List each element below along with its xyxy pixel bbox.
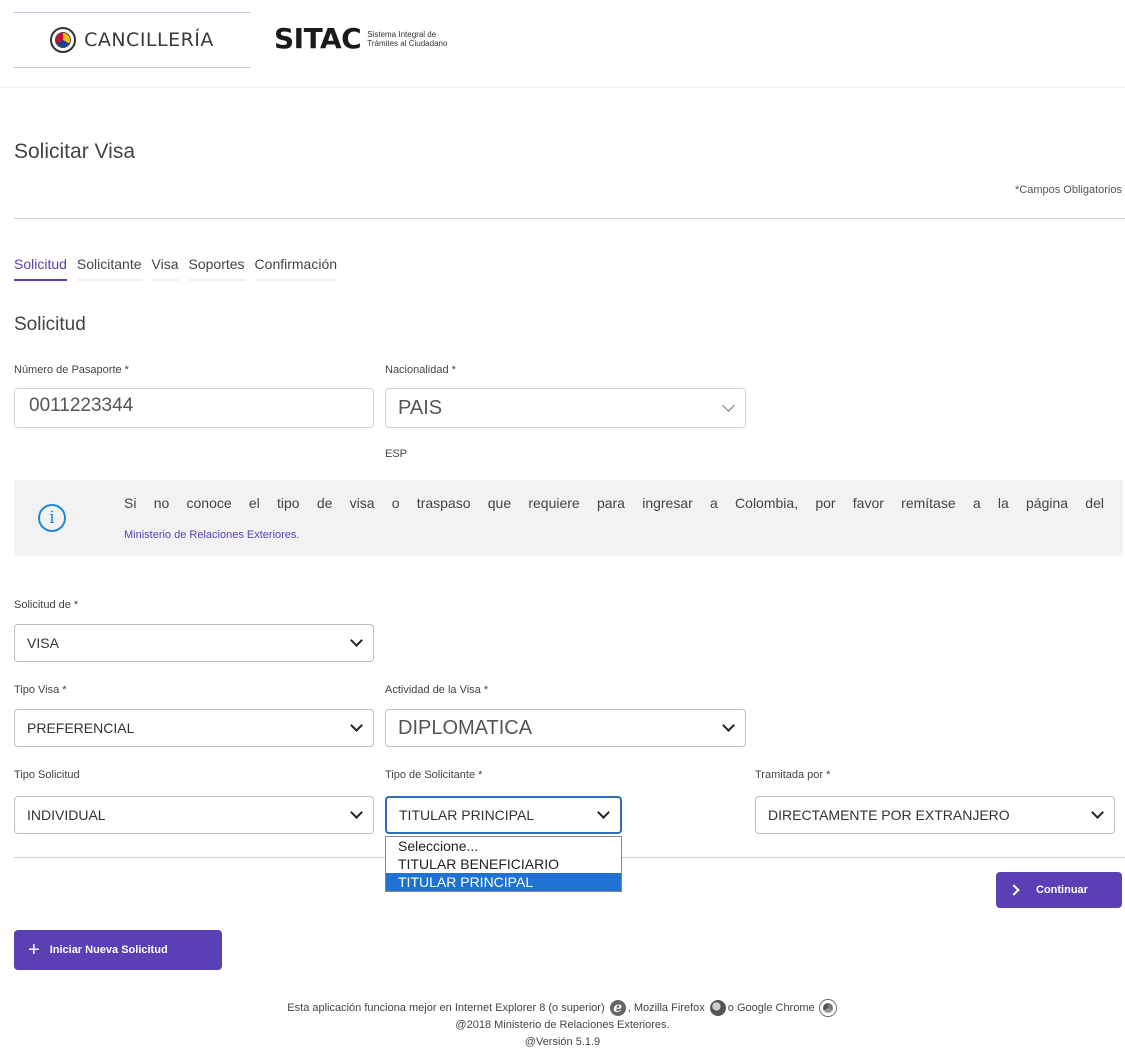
applicant-type-label: Tipo de Solicitante * xyxy=(385,769,483,781)
dropdown-option[interactable]: TITULAR BENEFICIARIO xyxy=(386,855,621,873)
sitac-logo[interactable]: SITAC Sistema Integral de Trámites al Ci… xyxy=(274,22,457,55)
brand-name: CANCILLERÍA xyxy=(84,29,214,51)
continue-button[interactable]: Continuar xyxy=(996,872,1122,908)
request-of-value: VISA xyxy=(27,635,59,651)
sitac-subtitle: Sistema Integral de Trámites al Ciudadan… xyxy=(367,29,448,48)
visa-type-select[interactable]: PREFERENCIAL xyxy=(14,709,374,747)
chevron-down-icon xyxy=(350,719,363,732)
visa-activity-value: DIPLOMATICA xyxy=(398,716,533,739)
footer-text-ie: Esta aplicación funciona mejor en Intern… xyxy=(287,1002,605,1014)
browser-support-line: Esta aplicación funciona mejor en Intern… xyxy=(0,1000,1125,1017)
tab-confirmacion[interactable]: Confirmación xyxy=(254,256,338,281)
processed-by-value: DIRECTAMENTE POR EXTRANJERO xyxy=(768,807,1010,823)
visa-type-label: Tipo Visa * xyxy=(14,684,67,696)
chevron-down-icon xyxy=(350,806,363,819)
footer-text-chrome: o Google Chrome xyxy=(727,1002,815,1014)
internet-explorer-icon: e xyxy=(609,1000,626,1017)
new-request-button[interactable]: + Iniciar Nueva Solicitud xyxy=(14,930,222,970)
visa-type-value: PREFERENCIAL xyxy=(27,720,135,736)
section-title: Solicitud xyxy=(14,314,86,335)
dropdown-option[interactable]: Seleccione... xyxy=(386,837,621,855)
new-request-label: Iniciar Nueva Solicitud xyxy=(49,944,168,956)
sitac-logo-text: SITAC xyxy=(274,22,362,55)
chevron-down-icon xyxy=(597,806,610,819)
tab-visa[interactable]: Visa xyxy=(151,256,179,281)
nationality-value: PAIS xyxy=(398,396,443,419)
firefox-icon xyxy=(709,1000,726,1017)
divider xyxy=(14,218,1125,219)
chevron-down-icon xyxy=(722,399,735,412)
chevron-right-icon xyxy=(1008,884,1020,896)
continue-label: Continuar xyxy=(1036,884,1088,896)
step-tabs: Solicitud Solicitante Visa Soportes Conf… xyxy=(14,256,338,281)
tab-solicitud[interactable]: Solicitud xyxy=(14,256,67,281)
request-type-value: INDIVIDUAL xyxy=(27,807,106,823)
nationality-select[interactable]: PAIS xyxy=(385,388,746,428)
applicant-type-value: TITULAR PRINCIPAL xyxy=(399,807,535,823)
app-header: CANCILLERÍA SITAC Sistema Integral de Tr… xyxy=(0,0,1125,88)
plus-icon: + xyxy=(28,939,40,961)
version: @Versión 5.1.9 xyxy=(524,1036,601,1048)
processed-by-label: Tramitada por * xyxy=(755,769,831,781)
chevron-down-icon xyxy=(722,719,735,732)
cancilleria-logo[interactable]: CANCILLERÍA xyxy=(14,12,250,68)
request-of-label: Solicitud de * xyxy=(14,599,79,611)
nationality-code: ESP xyxy=(385,448,408,460)
tab-soportes[interactable]: Soportes xyxy=(188,256,245,281)
request-type-label: Tipo Solicitud xyxy=(14,769,80,781)
request-of-select[interactable]: VISA xyxy=(14,624,374,662)
page-title: Solicitar Visa xyxy=(14,140,135,163)
chevron-down-icon xyxy=(1091,806,1104,819)
ministry-link[interactable]: Ministerio de Relaciones Exteriores. xyxy=(124,529,299,541)
info-box: i Si no conoce el tipo de visa o traspas… xyxy=(14,480,1123,556)
request-type-select[interactable]: INDIVIDUAL xyxy=(14,796,374,834)
applicant-type-select[interactable]: TITULAR PRINCIPAL xyxy=(385,796,622,834)
dropdown-option-selected[interactable]: TITULAR PRINCIPAL xyxy=(386,873,621,891)
visa-activity-select[interactable]: DIPLOMATICA xyxy=(385,709,746,747)
passport-label: Número de Pasaporte * xyxy=(14,364,129,376)
colombia-seal-icon xyxy=(50,27,77,53)
visa-activity-label: Actividad de la Visa * xyxy=(385,684,489,696)
tab-solicitante[interactable]: Solicitante xyxy=(76,256,142,281)
info-icon: i xyxy=(38,504,66,532)
footer: Esta aplicación funciona mejor en Intern… xyxy=(0,1000,1125,1051)
processed-by-select[interactable]: DIRECTAMENTE POR EXTRANJERO xyxy=(755,796,1115,834)
passport-input[interactable]: 0011223344 xyxy=(14,388,374,428)
applicant-type-dropdown: Seleccione... TITULAR BENEFICIARIO TITUL… xyxy=(385,836,622,892)
nationality-label: Nacionalidad * xyxy=(385,364,456,376)
copyright: @2018 Ministerio de Relaciones Exteriore… xyxy=(455,1019,670,1031)
footer-text-firefox: , Mozilla Firefox xyxy=(627,1002,705,1014)
chevron-down-icon xyxy=(350,634,363,647)
chrome-icon xyxy=(819,1000,836,1017)
info-text: Si no conoce el tipo de visa o traspaso … xyxy=(124,495,1104,511)
required-fields-note: *Campos Obligatorios xyxy=(1015,184,1122,196)
